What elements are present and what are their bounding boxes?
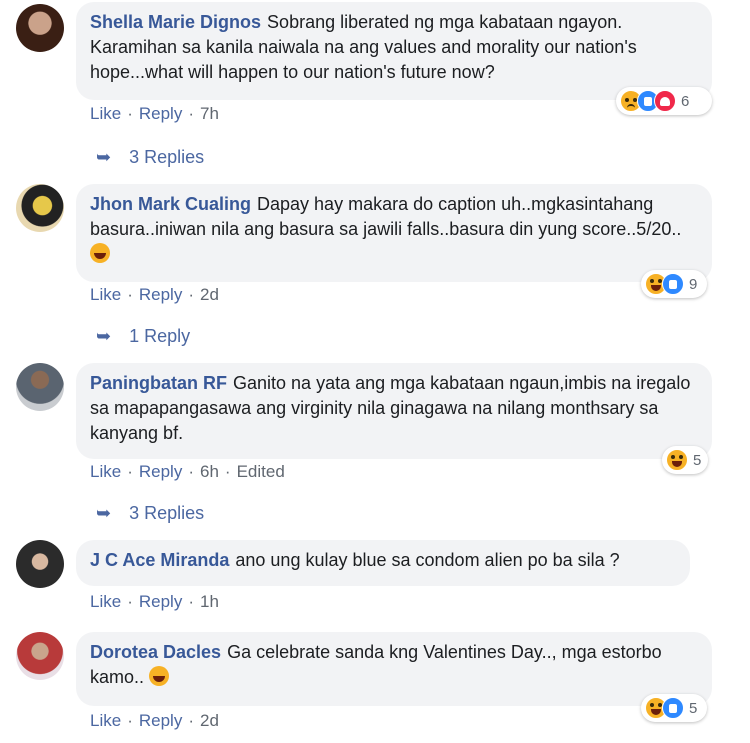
like-link[interactable]: Like	[90, 104, 121, 123]
reaction-summary[interactable]: 5	[662, 446, 708, 474]
view-replies-link[interactable]: ➥ 3 Replies	[96, 147, 204, 168]
comment-bubble: Jhon Mark Cualing Dapay hay makara do cap…	[76, 184, 712, 282]
comment-actions: Like · Reply · 1h	[90, 592, 219, 611]
timestamp[interactable]: 2d	[200, 285, 219, 304]
reply-link[interactable]: Reply	[139, 462, 182, 481]
replies-label: 3 Replies	[129, 503, 205, 523]
reply-link[interactable]: Reply	[139, 711, 182, 730]
like-reaction-icon	[662, 273, 684, 295]
laughing-emoji-icon	[90, 243, 110, 263]
avatar[interactable]	[16, 184, 64, 232]
reaction-count: 5	[689, 699, 698, 717]
reaction-count: 9	[689, 275, 698, 293]
haha-reaction-icon	[666, 449, 688, 471]
reply-arrow-icon: ➥	[96, 326, 112, 346]
like-link[interactable]: Like	[90, 592, 121, 611]
comment-bubble: Dorotea Dacles Ga celebrate sanda kng Val…	[76, 632, 712, 706]
reaction-summary[interactable]: 5	[641, 694, 707, 722]
like-link[interactable]: Like	[90, 711, 121, 730]
view-replies-link[interactable]: ➥ 1 Reply	[96, 326, 190, 347]
replies-label: 1 Reply	[129, 326, 191, 346]
author-name[interactable]: Paningbatan RF	[90, 373, 227, 393]
replies-label: 3 Replies	[129, 147, 205, 167]
reply-link[interactable]: Reply	[139, 592, 182, 611]
reaction-summary[interactable]: 9	[641, 270, 707, 298]
author-name[interactable]: Jhon Mark Cualing	[90, 194, 251, 214]
reply-link[interactable]: Reply	[139, 104, 182, 123]
view-replies-link[interactable]: ➥ 3 Replies	[96, 503, 204, 524]
author-name[interactable]: Shella Marie Dignos	[90, 12, 261, 32]
avatar[interactable]	[16, 540, 64, 588]
comment-actions: Like · Reply · 2d	[90, 711, 219, 730]
reply-arrow-icon: ➥	[96, 147, 112, 167]
timestamp[interactable]: 1h	[200, 592, 219, 611]
reaction-summary[interactable]: 6	[616, 87, 712, 115]
timestamp[interactable]: 7h	[200, 104, 219, 123]
comment-actions: Like · Reply · 2d	[90, 285, 219, 304]
like-link[interactable]: Like	[90, 285, 121, 304]
avatar[interactable]	[16, 632, 64, 680]
reply-link[interactable]: Reply	[139, 285, 182, 304]
timestamp[interactable]: 6h	[200, 462, 219, 481]
edited-label[interactable]: Edited	[237, 462, 285, 481]
author-name[interactable]: Dorotea Dacles	[90, 642, 221, 662]
grinning-emoji-icon	[149, 666, 170, 686]
comment-bubble: Paningbatan RF Ganito na yata ang mga kab…	[76, 363, 712, 459]
avatar[interactable]	[16, 4, 64, 52]
reaction-count: 6	[681, 92, 690, 110]
comment-actions: Like · Reply · 7h	[90, 104, 219, 123]
like-reaction-icon	[662, 697, 684, 719]
timestamp[interactable]: 2d	[200, 711, 219, 730]
author-name[interactable]: J C Ace Miranda	[90, 550, 229, 570]
comment-actions: Like · Reply · 6h · Edited	[90, 462, 285, 481]
comment-text: ano ung kulay blue sa condom alien po ba…	[235, 550, 620, 570]
reaction-count: 5	[693, 451, 702, 469]
reply-arrow-icon: ➥	[96, 503, 112, 523]
comment-bubble: J C Ace Miranda ano ung kulay blue sa con…	[76, 540, 690, 586]
love-reaction-icon	[654, 90, 676, 112]
avatar[interactable]	[16, 363, 64, 411]
comment-bubble: Shella Marie Dignos Sobrang liberated ng …	[76, 2, 712, 100]
like-link[interactable]: Like	[90, 462, 121, 481]
